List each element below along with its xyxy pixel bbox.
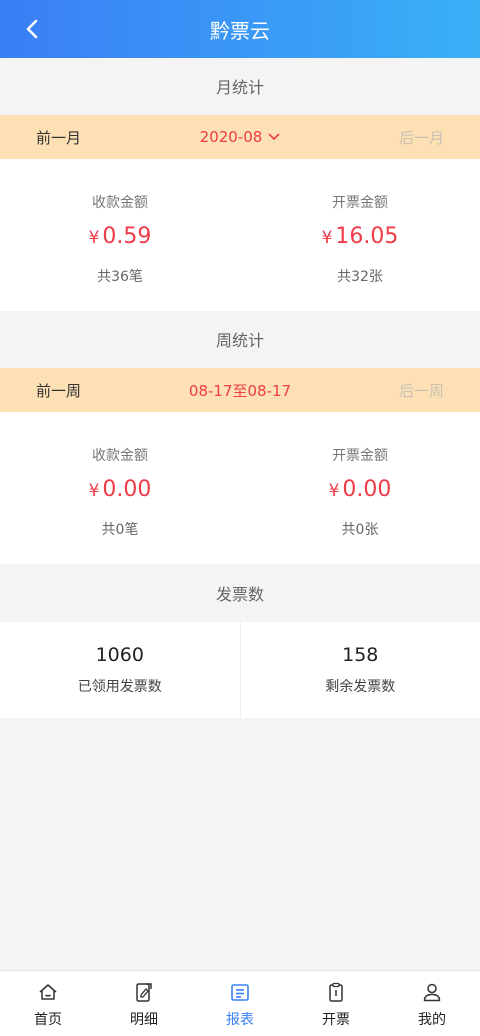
next-month-button[interactable]: 后一月 (399, 127, 444, 148)
chevron-left-icon (26, 19, 38, 39)
invoice-count: 共32张 (337, 269, 383, 285)
remaining-invoices-label: 剩余发票数 (325, 679, 396, 695)
home-icon (39, 984, 57, 1000)
back-button[interactable] (18, 15, 46, 43)
bottom-tabbar: 首页 明细 报表 开票 我的 (0, 970, 480, 1036)
receipt-amount-value: ¥0.00 (89, 477, 152, 507)
invoice-amount-value: ¥16.05 (322, 224, 399, 254)
invoice-count-card: 1060 已领用发票数 158 剩余发票数 (0, 622, 480, 718)
month-selector-bar: 前一月 2020-08 后一月 (0, 115, 480, 159)
tab-detail[interactable]: 明细 (96, 971, 192, 1036)
currency-symbol: ¥ (321, 228, 333, 248)
tab-mine-label: 我的 (418, 1012, 446, 1028)
invoice-amount-label: 开票金额 (332, 195, 388, 211)
tab-report-label: 报表 (226, 1012, 254, 1028)
receipt-amount-label: 收款金额 (92, 448, 148, 464)
currency-symbol: ¥ (328, 481, 340, 501)
tab-detail-label: 明细 (130, 1012, 158, 1028)
monthly-section-title: 月统计 (215, 78, 264, 97)
invoice-amount-value: ¥0.00 (329, 477, 392, 507)
invoice-amount-label: 开票金额 (332, 448, 388, 464)
monthly-stats-card: 收款金额 ¥0.59 共36笔 开票金额 ¥16.05 共32张 (0, 159, 480, 311)
week-selector-bar: 前一周 08-17至08-17 后一周 (0, 368, 480, 412)
weekly-invoice-stat: 开票金额 ¥0.00 共0张 (240, 412, 480, 564)
received-invoices: 1060 已领用发票数 (0, 622, 240, 718)
chevron-down-icon[interactable] (268, 133, 280, 141)
remaining-invoices-value: 158 (342, 644, 379, 666)
received-invoices-value: 1060 (95, 644, 144, 666)
invoice-count-section-title: 发票数 (215, 585, 264, 604)
prev-week-button[interactable]: 前一周 (36, 380, 81, 401)
monthly-receipt-stat: 收款金额 ¥0.59 共36笔 (0, 159, 240, 311)
invoice-count: 共0张 (341, 522, 379, 538)
receipt-count: 共0笔 (101, 522, 139, 538)
weekly-receipt-stat: 收款金额 ¥0.00 共0笔 (0, 412, 240, 564)
tab-report[interactable]: 报表 (192, 971, 288, 1036)
user-icon (423, 983, 441, 1002)
invoice-icon (329, 982, 343, 1002)
remaining-invoices: 158 剩余发票数 (239, 622, 480, 718)
receipt-amount-value: ¥0.59 (89, 224, 152, 254)
amount-number: 0.59 (102, 224, 152, 249)
app-header: 黔票云 (0, 0, 480, 58)
next-week-button[interactable]: 后一周 (399, 380, 444, 401)
currency-symbol: ¥ (88, 228, 100, 248)
currency-symbol: ¥ (88, 481, 100, 501)
weekly-section-title: 周统计 (215, 331, 264, 350)
amount-number: 0.00 (102, 477, 152, 502)
amount-number: 16.05 (335, 224, 399, 249)
receipt-count: 共36笔 (97, 269, 143, 285)
weekly-stats-card: 收款金额 ¥0.00 共0笔 开票金额 ¥0.00 共0张 (0, 412, 480, 564)
amount-number: 0.00 (342, 477, 392, 502)
tab-home-label: 首页 (34, 1012, 62, 1028)
current-month-label[interactable]: 2020-08 (200, 128, 263, 146)
report-icon (231, 984, 249, 1001)
tab-home[interactable]: 首页 (0, 971, 96, 1036)
tab-invoice[interactable]: 开票 (288, 971, 384, 1036)
page-title: 黔票云 (210, 18, 270, 43)
tab-invoice-label: 开票 (322, 1012, 350, 1028)
current-week-label[interactable]: 08-17至08-17 (189, 380, 291, 401)
received-invoices-label: 已领用发票数 (77, 679, 162, 695)
receipt-amount-label: 收款金额 (92, 195, 148, 211)
detail-icon (136, 983, 152, 1002)
prev-month-button[interactable]: 前一月 (36, 127, 81, 148)
tab-mine[interactable]: 我的 (384, 971, 480, 1036)
monthly-invoice-stat: 开票金额 ¥16.05 共32张 (240, 159, 480, 311)
